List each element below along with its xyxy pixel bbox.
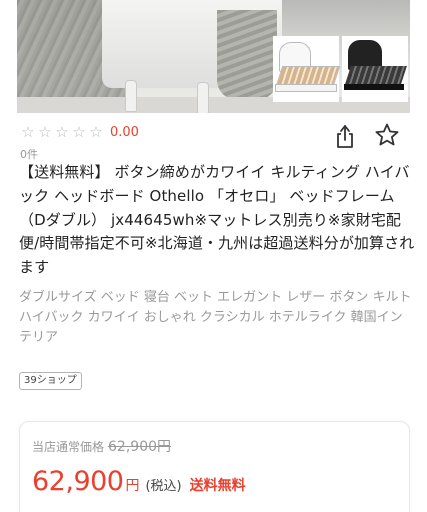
currency-label: 円 (125, 478, 140, 494)
price-card: 当店通常価格 62,900円 62,900 円 (税込) 送料無料 (19, 421, 410, 512)
favorite-button[interactable] (374, 122, 400, 148)
star-outline-icon: ☆ (38, 122, 52, 141)
product-image[interactable] (17, 0, 410, 113)
product-page: ☆ ☆ ☆ ☆ ☆ 0.00 0件 【送料無料】 ボタン締めがカワイイ キルティ… (0, 0, 427, 512)
rating-score: 0.00 (110, 124, 139, 140)
review-count[interactable]: 0件 (20, 146, 38, 162)
free-shipping-label: 送料無料 (189, 478, 246, 494)
image-blanket (217, 10, 277, 100)
current-price: 62,900 (32, 466, 124, 497)
regular-price-row: 当店通常価格 62,900円 (32, 436, 171, 456)
image-bed-leg (197, 82, 209, 113)
star-outline-icon: ☆ (55, 122, 69, 141)
share-icon (337, 125, 353, 148)
tax-label: (税込) (145, 479, 182, 494)
product-tags: ダブルサイズ ベッド 寝台 ベット エレガント レザー ボタン キルト ハイバッ… (19, 290, 412, 345)
regular-price-value: 62,900円 (108, 439, 172, 455)
current-price-row: 62,900 円 (税込) 送料無料 (32, 466, 246, 497)
regular-price-label: 当店通常価格 (32, 440, 105, 454)
image-bed-leg (125, 80, 137, 112)
color-variant-black-thumb[interactable] (342, 36, 408, 102)
color-variant-white-thumb[interactable] (273, 36, 341, 102)
star-outline-icon: ☆ (72, 122, 86, 141)
share-button[interactable] (333, 122, 357, 150)
star-outline-icon: ☆ (89, 122, 103, 141)
rating-stars: ☆ ☆ ☆ ☆ ☆ (20, 122, 104, 141)
shop-badge[interactable]: 39ショップ (19, 372, 82, 390)
star-outline-icon: ☆ (21, 122, 35, 141)
product-title: 【送料無料】 ボタン締めがカワイイ キルティング ハイバック ヘッドボード Ot… (19, 163, 415, 277)
star-outline-icon (375, 123, 399, 146)
rating-row[interactable]: ☆ ☆ ☆ ☆ ☆ 0.00 (20, 122, 139, 142)
